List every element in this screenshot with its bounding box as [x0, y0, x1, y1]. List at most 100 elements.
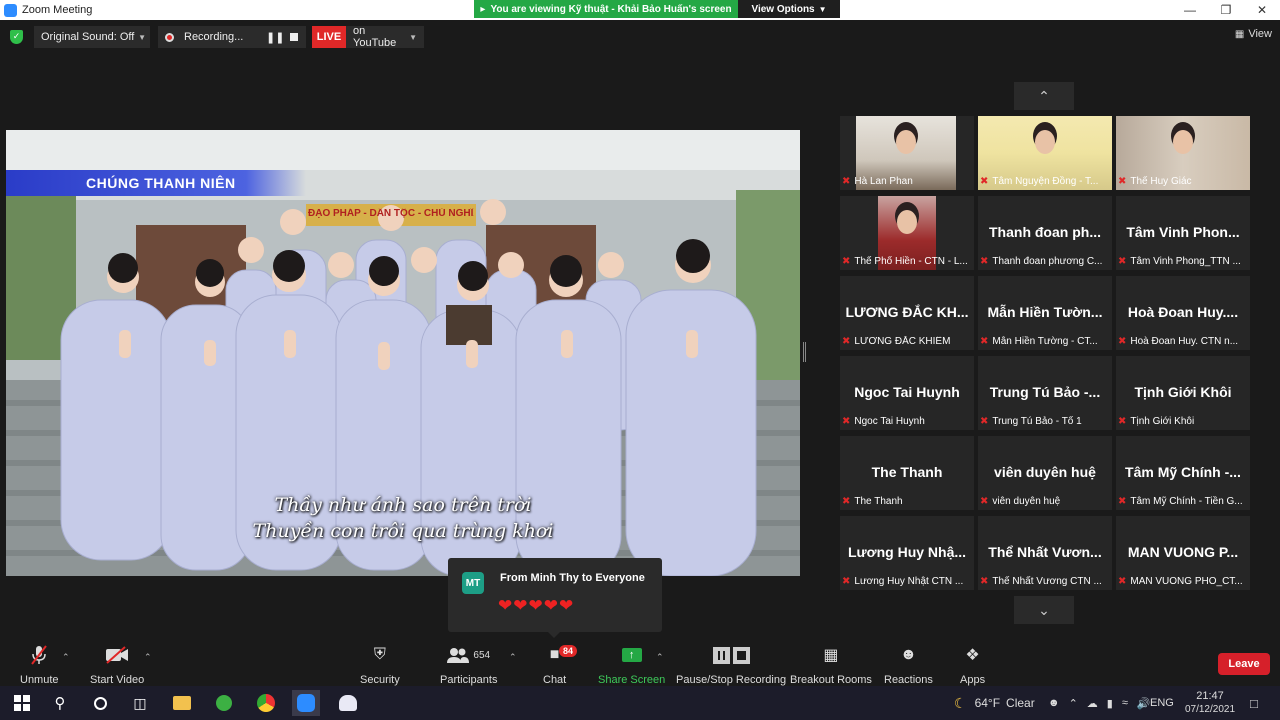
original-sound-label: Original Sound: Off — [41, 31, 135, 43]
windows-start-icon[interactable] — [8, 690, 36, 716]
participant-tile[interactable]: ✖ Hà Lan Phan — [840, 116, 974, 190]
close-icon[interactable]: ✕ — [1244, 0, 1280, 20]
apps-button[interactable]: ❖ Apps — [960, 644, 985, 686]
participant-tile[interactable]: Tịnh Giới Khôi ✖ Tịnh Giới Khôi — [1116, 356, 1250, 430]
view-button[interactable]: ▦ View — [1235, 28, 1272, 40]
breakout-rooms-label: Breakout Rooms — [790, 674, 872, 686]
gallery-next-page-button[interactable]: ⌄ — [1014, 596, 1074, 624]
live-target-button[interactable]: on YouTube ▼ — [346, 25, 424, 49]
gallery-prev-page-button[interactable]: ⌃ — [1014, 82, 1074, 110]
mic-muted-icon: ✖ — [842, 495, 851, 507]
participant-tile[interactable]: ✖ Thể Huy Giác — [1116, 116, 1250, 190]
breakout-rooms-icon: ▦ — [823, 647, 839, 664]
people-icon[interactable]: ☻ — [1048, 697, 1060, 709]
wifi-icon[interactable]: ≈ — [1122, 697, 1128, 709]
weather-text: Clear — [1006, 696, 1035, 710]
participant-tile[interactable]: Thanh đoan ph... ✖ Thanh đoan phương C... — [978, 196, 1112, 270]
participant-name: MAN VUONG PHO_CT... — [1130, 575, 1243, 587]
maximize-icon[interactable]: ❐ — [1208, 0, 1244, 20]
windows-taskbar: ⚲ ◫ ☾ 64°F Clear ☻ ⌃ ☁ ▮ ≈ 🔊 ENG 21:47 0… — [0, 686, 1280, 720]
file-explorer-icon[interactable] — [168, 690, 196, 716]
pause-icon[interactable]: ❚❚ — [266, 31, 284, 44]
pause-stop-recording-button[interactable]: Pause/Stop Recording — [676, 644, 786, 686]
participant-tile[interactable]: Thể Nhất Vươn... ✖ Thể Nhất Vương CTN ... — [978, 516, 1112, 590]
mic-muted-icon: ✖ — [842, 335, 851, 347]
audio-options-chevron-icon[interactable]: ⌃ — [62, 652, 70, 663]
minimize-icon[interactable]: — — [1172, 0, 1208, 20]
chevron-down-icon[interactable]: ▼ — [138, 33, 146, 42]
mic-muted-icon: ✖ — [1118, 495, 1127, 507]
spreadsheet-app-icon[interactable] — [210, 690, 238, 716]
participant-face — [1035, 130, 1055, 154]
split-divider-handle[interactable] — [803, 342, 806, 362]
task-view-icon[interactable]: ◫ — [126, 690, 154, 716]
video-subtitle-line2: Thuyền con trôi qua trùng khơi — [252, 520, 554, 542]
participant-face — [896, 130, 916, 154]
breakout-rooms-button[interactable]: ▦ Breakout Rooms — [790, 644, 872, 686]
leave-button[interactable]: Leave — [1218, 653, 1270, 675]
reactions-button[interactable]: ☻ Reactions — [884, 644, 933, 686]
chat-notification-popup[interactable]: MT From Minh Thy to Everyone ❤❤❤❤❤ — [448, 558, 662, 638]
live-badge: LIVE — [312, 26, 346, 48]
participant-tile[interactable]: Tâm Vinh Phon... ✖ Tâm Vinh Phong_TTN ... — [1116, 196, 1250, 270]
participants-button[interactable]: 654 Participants — [440, 644, 497, 686]
battery-icon[interactable]: ▮ — [1107, 697, 1113, 710]
participant-tile[interactable]: The Thanh ✖ The Thanh — [840, 436, 974, 510]
volume-icon[interactable]: 🔊 — [1137, 697, 1151, 710]
participant-tile[interactable]: Lương Huy Nhậ... ✖ Lương Huy Nhật CTN ... — [840, 516, 974, 590]
participant-caption: ✖ The Thanh — [842, 494, 972, 508]
grid-icon: ▦ — [1234, 28, 1245, 40]
start-video-button[interactable]: Start Video — [90, 644, 144, 686]
video-options-chevron-icon[interactable]: ⌃ — [144, 652, 152, 663]
language-indicator[interactable]: ENG — [1150, 686, 1174, 720]
original-sound-button[interactable]: Original Sound: Off ▼ — [34, 26, 150, 48]
stop-icon[interactable] — [290, 33, 298, 41]
participant-tile[interactable]: viên duyên huệ ✖ viên duyên huệ — [978, 436, 1112, 510]
mic-muted-icon: ✖ — [980, 255, 989, 267]
participant-tile[interactable]: MAN VUONG P... ✖ MAN VUONG PHO_CT... — [1116, 516, 1250, 590]
share-options-chevron-icon[interactable]: ⌃ — [656, 652, 664, 663]
participant-tile[interactable]: Mẫn Hiền Tườn... ✖ Mẫn Hiền Tường - CT... — [978, 276, 1112, 350]
participant-tile[interactable]: Trung Tú Bảo -... ✖ Trung Tú Bảo - Tổ 1 — [978, 356, 1112, 430]
participant-name: Lương Huy Nhật CTN ... — [854, 575, 964, 587]
pause-stop-icon — [712, 644, 750, 666]
participant-tile[interactable]: Hoà Đoan Huy.... ✖ Hoà Đoan Huy. CTN n... — [1116, 276, 1250, 350]
chrome-icon[interactable] — [252, 690, 280, 716]
security-label: Security — [360, 674, 400, 686]
participant-tile[interactable]: Ngoc Tai Huynh ✖ Ngoc Tai Huynh — [840, 356, 974, 430]
video-title-banner: CHÚNG THANH NIÊN — [6, 170, 306, 196]
paint-app-icon[interactable] — [334, 690, 362, 716]
mic-muted-icon: ✖ — [980, 175, 989, 187]
reactions-label: Reactions — [884, 674, 933, 686]
participant-face — [897, 210, 917, 234]
participant-display-name: Mẫn Hiền Tườn... — [987, 304, 1103, 320]
participant-display-name: Trung Tú Bảo -... — [989, 384, 1101, 400]
participant-tile[interactable]: LƯƠNG ĐẮC KH... ✖ LƯƠNG ĐẮC KHIÊM — [840, 276, 974, 350]
view-options-button[interactable]: View Options ▼ — [738, 0, 840, 18]
participant-caption: ✖ Thanh đoan phương C... — [980, 254, 1110, 268]
show-hidden-icons-icon[interactable]: ⌃ — [1069, 697, 1078, 710]
search-icon[interactable]: ⚲ — [46, 690, 74, 716]
weather-widget[interactable]: ☾ 64°F Clear — [954, 686, 1035, 720]
onedrive-icon[interactable]: ☁ — [1087, 697, 1098, 710]
cortana-icon[interactable] — [86, 690, 114, 716]
taskbar-clock[interactable]: 21:47 07/12/2021 — [1180, 686, 1240, 720]
participant-tile[interactable]: Tâm Mỹ Chính -... ✖ Tâm Mỹ Chính - Tiền G.… — [1116, 436, 1250, 510]
mic-muted-icon: ✖ — [842, 415, 851, 427]
mic-muted-icon: ✖ — [842, 175, 851, 187]
notifications-icon[interactable]: □ — [1250, 686, 1258, 720]
share-screen-button[interactable]: ↑ Share Screen — [598, 644, 665, 686]
participant-display-name: viên duyên huệ — [994, 464, 1096, 480]
clock-time: 21:47 — [1196, 690, 1224, 702]
avatar: MT — [462, 572, 484, 594]
participant-tile[interactable]: ✖ Thể Phổ Hiền - CTN - L... — [840, 196, 974, 270]
share-screen-icon: ↑ — [621, 644, 642, 666]
unmute-button[interactable]: Unmute — [20, 644, 59, 686]
mic-muted-icon: ✖ — [1118, 335, 1127, 347]
zoom-taskbar-icon[interactable] — [292, 690, 320, 716]
participant-name: Hoà Đoan Huy. CTN n... — [1130, 335, 1239, 347]
participants-options-chevron-icon[interactable]: ⌃ — [509, 652, 517, 663]
encryption-shield-icon[interactable]: ✓ — [10, 30, 23, 44]
security-button[interactable]: ⛨ Security — [360, 644, 400, 686]
participant-tile[interactable]: ✖ Tâm Nguyện Đồng - T... — [978, 116, 1112, 190]
